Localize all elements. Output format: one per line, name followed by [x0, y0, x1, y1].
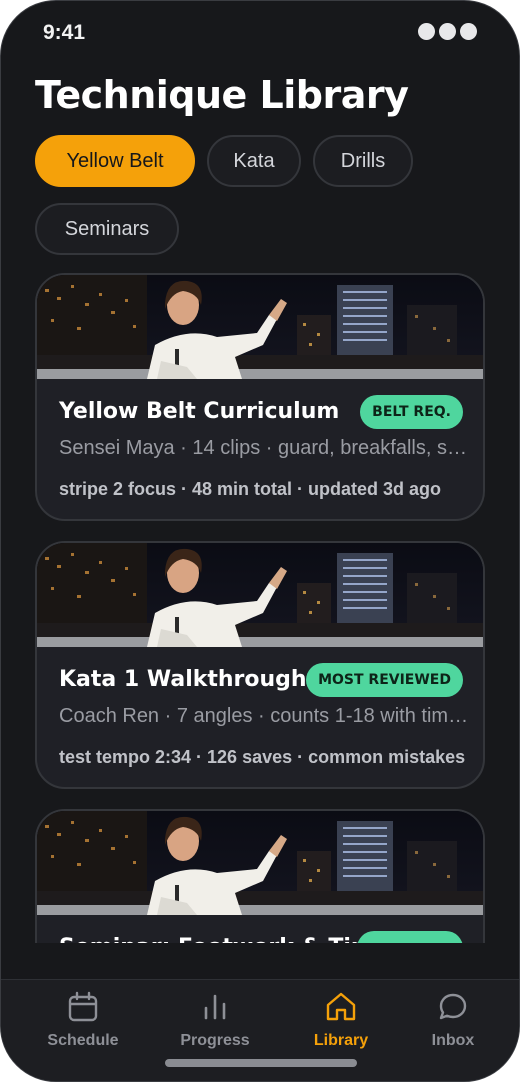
card-badge — [357, 931, 463, 943]
technique-card[interactable]: Seminar: Footwork & Timing — [35, 809, 485, 943]
card-meta: Sensei Maya · 14 clips · guard, breakfal… — [59, 437, 469, 459]
card-details: stripe 2 focus · 48 min total · updated … — [59, 479, 442, 499]
tab-label: Inbox — [431, 1032, 475, 1049]
chat-bubble-icon — [439, 993, 467, 1020]
tab-label: Progress — [180, 1032, 250, 1049]
card-meta: Coach Ren · 7 angles · counts 1-18 with … — [59, 705, 469, 727]
status-time: 9:41 — [43, 21, 86, 44]
card-title: Yellow Belt Curriculum — [59, 399, 340, 424]
tab-progress[interactable]: Progress — [155, 990, 275, 1050]
card-details: test tempo 2:34 · 126 saves · common mis… — [59, 747, 466, 767]
tab-library[interactable]: Library — [281, 990, 401, 1050]
video-thumbnail[interactable] — [37, 275, 483, 379]
bar-chart-icon — [204, 994, 226, 1020]
video-thumbnail[interactable] — [37, 811, 483, 915]
page-title: Technique Library — [35, 73, 409, 117]
home-indicator[interactable] — [165, 1059, 357, 1067]
card-title: Kata 1 Walkthrough — [59, 667, 307, 692]
home-icon — [326, 992, 356, 1021]
video-thumbnail[interactable] — [37, 543, 483, 647]
more-options-icon[interactable] — [418, 23, 477, 40]
technique-card[interactable]: Kata 1 Walkthrough MOST REVIEWED Coach R… — [35, 541, 485, 789]
phone-frame: 9:41 Technique Library Yellow Belt Kata … — [0, 0, 520, 1082]
technique-card[interactable]: Yellow Belt Curriculum BELT REQ. Sensei … — [35, 273, 485, 521]
filter-chip-seminars[interactable]: Seminars — [35, 203, 179, 255]
filter-chip-drills[interactable]: Drills — [313, 135, 413, 187]
filter-chip-yellow-belt[interactable]: Yellow Belt — [35, 135, 195, 187]
tab-label: Library — [313, 1032, 369, 1049]
card-badge: BELT REQ. — [360, 395, 463, 429]
tab-inbox[interactable]: Inbox — [393, 990, 513, 1050]
tab-label: Schedule — [47, 1032, 119, 1049]
tab-schedule[interactable]: Schedule — [23, 990, 143, 1050]
technique-list[interactable]: Yellow Belt Curriculum BELT REQ. Sensei … — [1, 273, 519, 943]
calendar-icon — [68, 991, 98, 1022]
filter-chip-kata[interactable]: Kata — [207, 135, 301, 187]
card-badge: MOST REVIEWED — [306, 663, 463, 697]
